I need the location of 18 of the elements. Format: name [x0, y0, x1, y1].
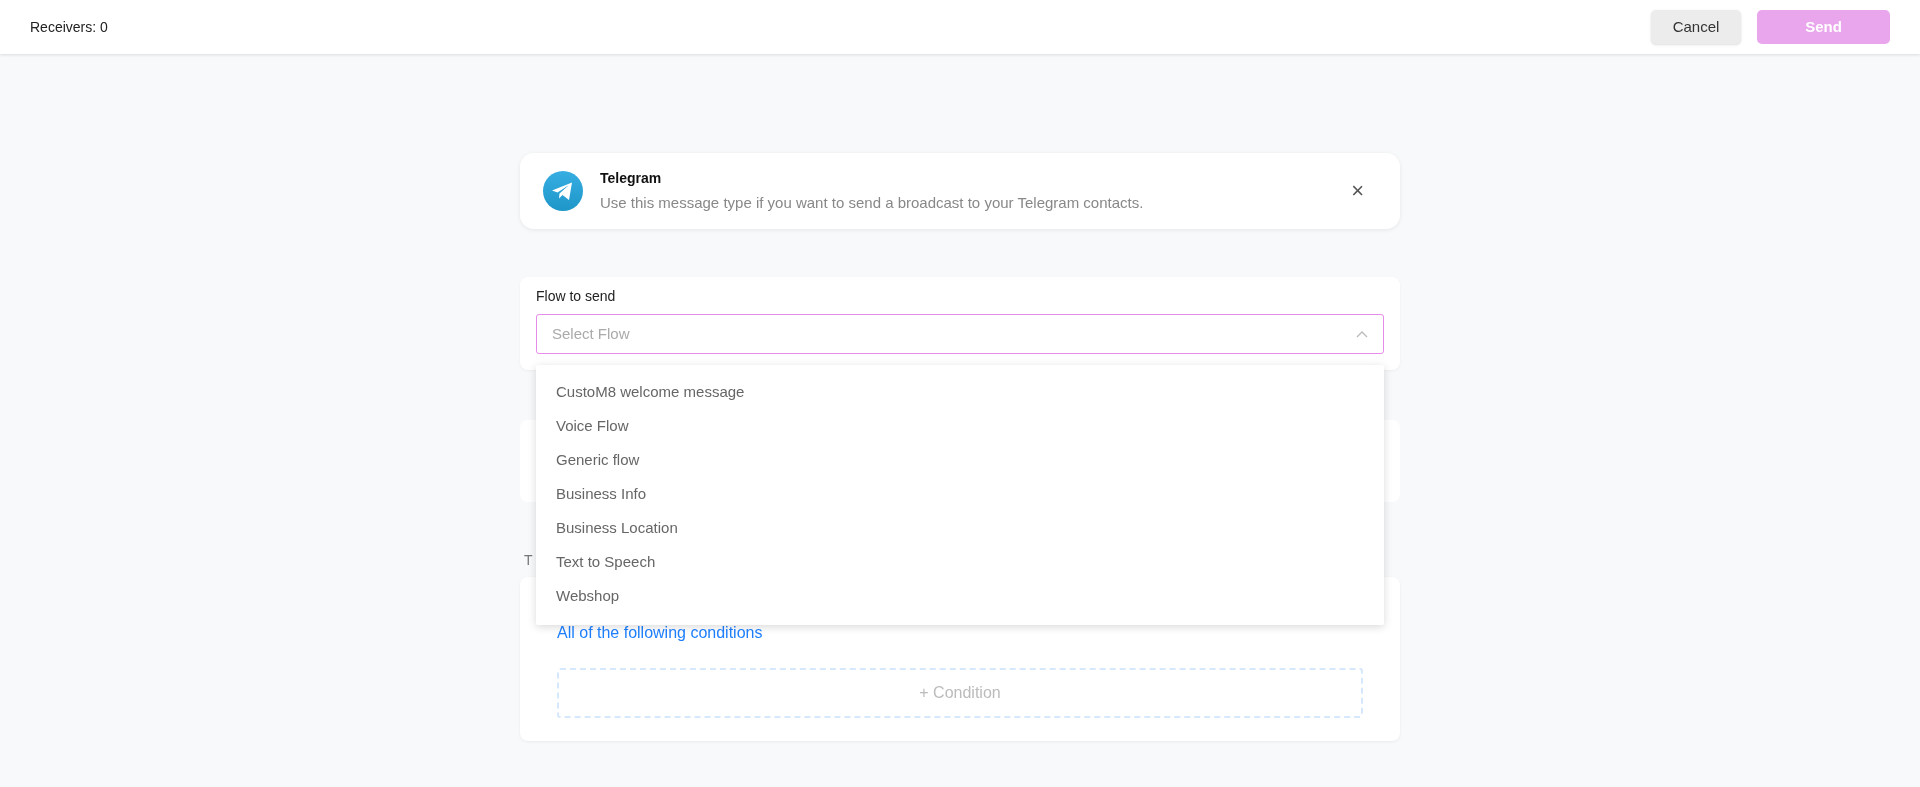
channel-description: Use this message type if you want to send a broadcast to your Telegram contacts.: [600, 192, 1145, 213]
close-button[interactable]: ×: [1351, 180, 1364, 202]
flow-option[interactable]: Business Location: [536, 511, 1384, 545]
field-label: Flow to send: [536, 287, 617, 306]
select-placeholder: Select Flow: [552, 323, 630, 344]
cancel-button[interactable]: Cancel: [1651, 10, 1741, 44]
flow-option[interactable]: Business Info: [536, 477, 1384, 511]
chevron-icon: [1356, 330, 1368, 338]
channel-title: Telegram: [600, 168, 663, 188]
receivers-count: Receivers: 0: [30, 17, 108, 37]
flow-option[interactable]: CustoM8 welcome message: [536, 375, 1384, 409]
flow-option[interactable]: Voice Flow: [536, 409, 1384, 443]
flow-option[interactable]: Text to Speech: [536, 545, 1384, 579]
section-label: T: [524, 551, 533, 570]
paper-plane-icon: [543, 171, 583, 211]
match-link[interactable]: All of the following conditions: [557, 621, 763, 645]
flow-option[interactable]: Generic flow: [536, 443, 1384, 477]
flow-option[interactable]: Webshop: [536, 579, 1384, 613]
